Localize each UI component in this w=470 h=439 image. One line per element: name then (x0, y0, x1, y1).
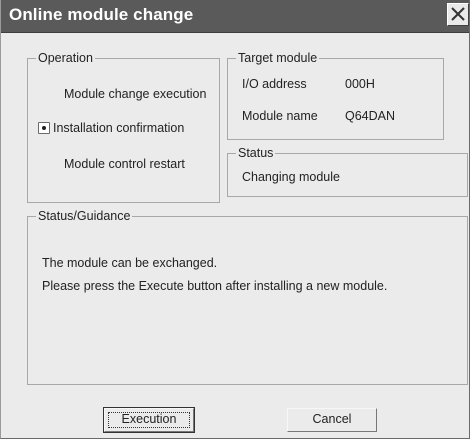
close-button[interactable] (447, 3, 469, 26)
window-title: Online module change (9, 5, 194, 24)
status-text: Changing module (242, 170, 340, 184)
operation-group: Operation Module change execution Instal… (27, 50, 220, 203)
cancel-button-label: Cancel (312, 412, 352, 426)
focus-rectangle (108, 412, 190, 428)
close-icon (451, 7, 465, 21)
guidance-line-1: The module can be exchanged. (42, 256, 218, 270)
installation-confirmation-radio[interactable] (38, 122, 50, 134)
io-address-label: I/O address (242, 77, 307, 91)
module-name-value: Q64DAN (345, 109, 396, 123)
status-guidance-legend: Status/Guidance (36, 208, 133, 224)
status-legend: Status (236, 145, 276, 161)
operation-legend: Operation (36, 50, 95, 66)
operation-item-module-control-restart[interactable]: Module control restart (64, 156, 185, 172)
guidance-line-2: Please press the Execute button after in… (42, 279, 388, 293)
cancel-button[interactable]: Cancel (287, 408, 377, 432)
module-name-label: Module name (242, 109, 318, 123)
status-group: Status Changing module (227, 145, 468, 197)
operation-item-module-change-execution[interactable]: Module change execution (64, 86, 206, 102)
execution-button[interactable]: Execution (103, 407, 195, 433)
online-module-change-dialog: Online module change Operation Module ch… (0, 0, 470, 439)
radio-selected-icon (42, 126, 46, 130)
title-bar[interactable]: Online module change (1, 0, 469, 33)
status-guidance-group: Status/Guidance The module can be exchan… (27, 208, 468, 385)
target-module-legend: Target module (236, 50, 320, 66)
io-address-value: 000H (345, 77, 375, 91)
operation-item-installation-confirmation[interactable]: Installation confirmation (53, 120, 184, 136)
target-module-group: Target module I/O address 000H Module na… (227, 50, 444, 140)
